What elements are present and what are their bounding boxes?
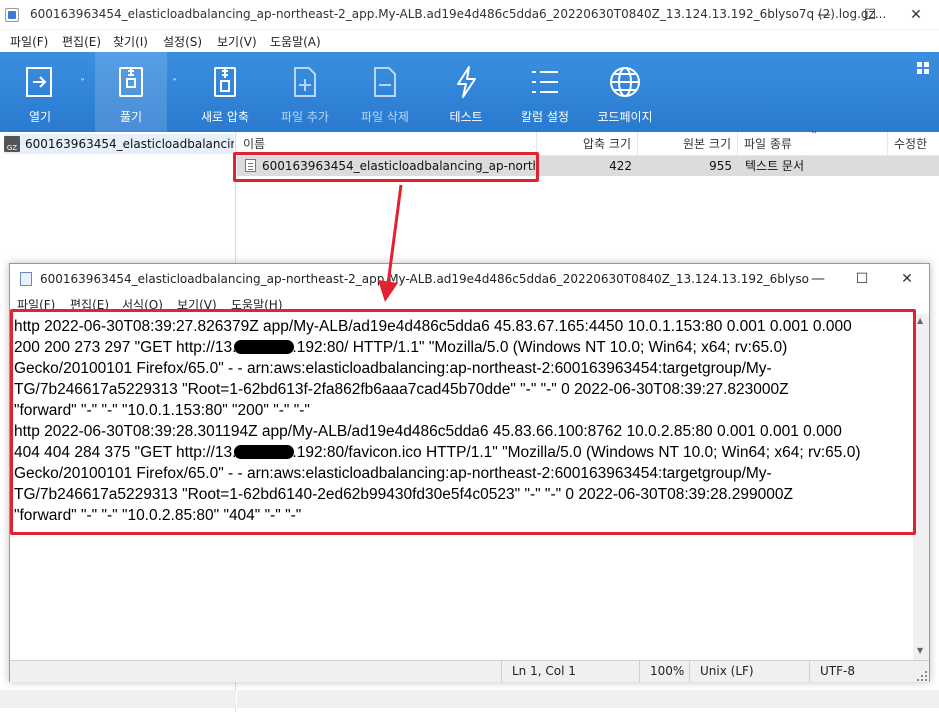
notepad-title-bar: 600163963454_elasticloadbalancing_ap-nor… — [10, 264, 929, 294]
delete-file-icon — [368, 64, 402, 100]
tree-horizontal-scrollbar[interactable] — [0, 690, 236, 708]
notepad-window-title: 600163963454_elasticloadbalancing_ap-nor… — [40, 272, 810, 286]
bandizip-title-bar: 600163963454_elasticloadbalancing_ap-nor… — [0, 0, 939, 30]
menu-view[interactable]: 보기(V) — [217, 33, 257, 50]
open-button[interactable]: 열기 — [0, 52, 80, 132]
menu-settings[interactable]: 설정(S) — [163, 33, 202, 50]
add-file-icon — [288, 64, 322, 100]
tree-item-archive[interactable]: GZ 600163963454_elasticloadbalancing_a — [4, 134, 234, 154]
gz-archive-icon: GZ — [4, 136, 20, 152]
highlight-file-row — [233, 152, 539, 182]
bandizip-toolbar: 열기 ˅ 풀기 ˅ 새로 압축 파일 추가 파일 삭제 테스트 칼럼 설정 코드… — [0, 52, 939, 132]
open-dropdown-icon[interactable]: ˅ — [80, 78, 85, 89]
minimize-button[interactable]: — — [801, 0, 847, 30]
open-label: 열기 — [28, 110, 52, 124]
status-line-ending: Unix (LF) — [689, 661, 809, 682]
extract-dropdown-icon[interactable]: ˅ — [172, 78, 177, 89]
notepad-maximize-button[interactable]: ☐ — [839, 264, 885, 294]
bandizip-app-icon — [5, 8, 19, 22]
notepad-app-icon — [20, 272, 32, 286]
menu-help[interactable]: 도움말(A) — [270, 33, 321, 50]
test-label: 테스트 — [449, 110, 483, 124]
status-zoom: 100% — [639, 661, 689, 682]
file-original-size: 955 — [709, 159, 732, 173]
new-archive-icon — [208, 64, 242, 100]
extract-button[interactable]: 풀기 — [95, 52, 167, 132]
status-cursor-position: Ln 1, Col 1 — [501, 661, 639, 682]
bandizip-menu-bar: 파일(F) 편집(E) 찾기(I) 설정(S) 보기(V) 도움말(A) — [0, 30, 939, 52]
tree-item-label: 600163963454_elasticloadbalancing_a — [25, 137, 234, 151]
lightning-icon — [449, 64, 483, 100]
column-modified[interactable]: 수정한 — [888, 132, 939, 156]
layout-grid-icon[interactable] — [917, 62, 929, 74]
notepad-close-button[interactable]: ✕ — [884, 264, 930, 294]
delete-file-label: 파일 삭제 — [361, 110, 409, 124]
new-archive-button[interactable]: 새로 압축 — [192, 52, 258, 132]
test-button[interactable]: 테스트 — [436, 52, 496, 132]
column-compressed-size[interactable]: 압축 크기 — [537, 132, 638, 156]
bandizip-window-title: 600163963454_elasticloadbalancing_ap-nor… — [30, 7, 887, 21]
close-button[interactable]: ✕ — [893, 0, 939, 30]
file-type: 텍스트 문서 — [745, 159, 805, 173]
scroll-down-icon[interactable]: ▼ — [917, 646, 923, 655]
codepage-label: 코드페이지 — [597, 110, 653, 124]
notepad-status-bar: Ln 1, Col 1 100% Unix (LF) UTF-8 — [10, 660, 929, 682]
notepad-minimize-button[interactable]: — — [795, 264, 841, 294]
highlight-log-content — [10, 309, 916, 535]
scroll-up-icon[interactable]: ▲ — [917, 316, 923, 325]
list-horizontal-scrollbar[interactable] — [237, 690, 939, 708]
column-settings-label: 칼럼 설정 — [521, 110, 569, 124]
maximize-button[interactable]: ☐ — [847, 0, 893, 30]
new-archive-label: 새로 압축 — [201, 110, 249, 124]
menu-find[interactable]: 찾기(I) — [113, 33, 148, 50]
open-folder-icon — [23, 64, 57, 100]
menu-edit[interactable]: 편집(E) — [62, 33, 101, 50]
codepage-button[interactable]: 코드페이지 — [590, 52, 660, 132]
list-columns-icon — [528, 64, 562, 100]
delete-file-button[interactable]: 파일 삭제 — [352, 52, 418, 132]
menu-file[interactable]: 파일(F) — [10, 33, 48, 50]
add-file-label: 파일 추가 — [281, 110, 329, 124]
column-settings-button[interactable]: 칼럼 설정 — [512, 52, 578, 132]
status-encoding: UTF-8 — [809, 661, 929, 682]
add-file-button[interactable]: 파일 추가 — [272, 52, 338, 132]
extract-label: 풀기 — [119, 110, 143, 124]
globe-icon — [608, 64, 642, 100]
resize-grip-icon[interactable] — [917, 670, 927, 681]
column-original-size[interactable]: 원본 크기 — [638, 132, 738, 156]
sort-asc-icon: ⌃ — [810, 130, 819, 141]
extract-zip-icon — [114, 64, 148, 100]
file-compressed-size: 422 — [609, 159, 632, 173]
